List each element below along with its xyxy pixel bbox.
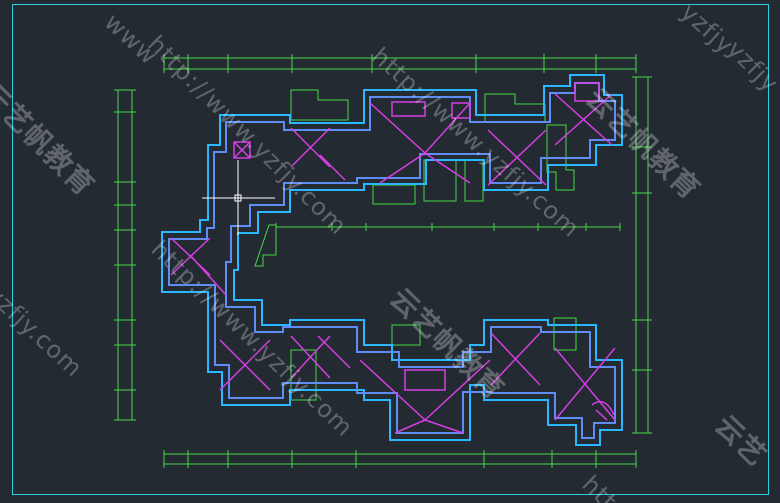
left-ticks	[114, 89, 136, 421]
green-room-outlines	[254, 89, 577, 401]
cad-drawing-view: yzfjy www http://www.yzfjy.com 云艺帆教育 yzf…	[0, 0, 780, 503]
bottom-ticks	[163, 450, 637, 468]
